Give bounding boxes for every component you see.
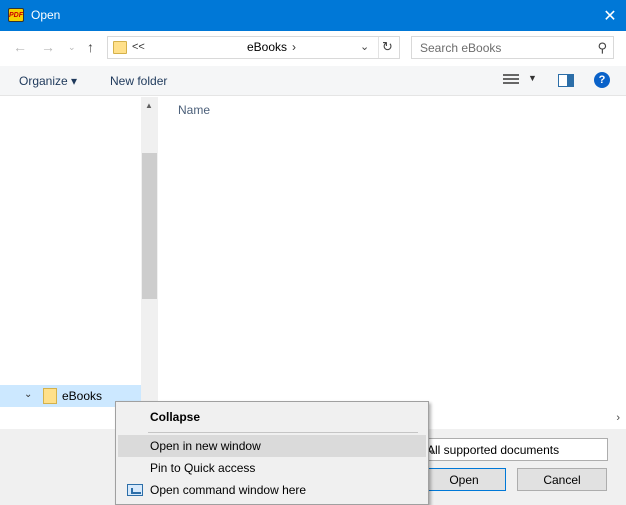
menu-item-label: Open command window here [150, 483, 307, 497]
menu-divider [148, 432, 418, 433]
search-input[interactable]: Search eBooks ⚲ [411, 36, 614, 59]
view-options-icon[interactable] [503, 74, 519, 86]
command-prompt-icon [127, 484, 143, 496]
app-icon: PDF [8, 8, 24, 22]
menu-item-pin-quick-access[interactable]: Pin to Quick access [118, 457, 426, 479]
menu-item-open-command-window[interactable]: Open command window here [118, 479, 426, 501]
file-type-select[interactable]: All supported documents ⌄ [422, 438, 608, 461]
recent-locations-chevron-icon[interactable]: ⌄ [68, 42, 76, 53]
chevron-down-icon[interactable]: ⌄ [427, 443, 601, 457]
navigation-pane: ⌄ eBooks ▲ [0, 97, 158, 409]
close-button[interactable]: ✕ [594, 0, 626, 31]
search-icon[interactable]: ⚲ [597, 40, 607, 56]
column-header-name[interactable]: Name [178, 103, 210, 117]
refresh-icon[interactable]: ↻ [382, 39, 393, 55]
menu-item-label: Open in new window [150, 439, 261, 453]
up-arrow-icon[interactable]: ↑ [87, 39, 94, 55]
back-arrow-icon[interactable]: ← [13, 39, 27, 55]
open-button[interactable]: Open [422, 468, 506, 491]
address-bar[interactable]: << eBooks › ⌄ ↻ [107, 36, 400, 59]
context-menu: Collapse Open in new window Pin to Quick… [115, 401, 429, 505]
address-divider [378, 37, 379, 58]
window-title: Open [31, 8, 61, 22]
navigation-bar: ← → ⌄ ↑ << eBooks › ⌄ ↻ Search eBooks ⚲ [0, 31, 626, 66]
menu-item-collapse[interactable]: Collapse [118, 406, 426, 428]
folder-icon [43, 388, 57, 404]
preview-pane-icon[interactable] [558, 74, 574, 87]
scroll-up-icon[interactable]: ▲ [145, 101, 153, 110]
menu-item-label: Collapse [150, 410, 201, 424]
view-dropdown-icon[interactable]: ▼ [528, 73, 537, 83]
nav-item-label: eBooks [62, 389, 103, 403]
title-bar: PDF Open ✕ [0, 0, 626, 31]
new-folder-button[interactable]: New folder [110, 74, 167, 88]
address-overflow[interactable]: << [132, 41, 145, 53]
forward-arrow-icon[interactable]: → [41, 39, 55, 55]
menu-item-label: Pin to Quick access [150, 461, 256, 475]
close-icon: ✕ [603, 7, 617, 25]
search-placeholder: Search eBooks [420, 41, 502, 55]
breadcrumb-chevron-icon[interactable]: › [292, 40, 296, 54]
expand-chevron-icon[interactable]: ⌄ [24, 389, 32, 400]
organize-button[interactable]: Organize ▾ [19, 74, 77, 88]
file-list: Name [158, 97, 626, 409]
command-toolbar: Organize ▾ New folder ▼ ? [0, 66, 626, 96]
cancel-button[interactable]: Cancel [517, 468, 607, 491]
scroll-right-icon[interactable]: › [616, 412, 620, 424]
address-dropdown-icon[interactable]: ⌄ [360, 40, 369, 53]
nav-scrollbar[interactable]: ▲ [141, 97, 158, 409]
breadcrumb-ebooks[interactable]: eBooks [247, 40, 287, 54]
nav-scrollbar-thumb[interactable] [142, 153, 157, 299]
folder-icon [113, 41, 127, 54]
menu-item-open-new-window[interactable]: Open in new window [118, 435, 426, 457]
help-icon[interactable]: ? [594, 72, 610, 88]
